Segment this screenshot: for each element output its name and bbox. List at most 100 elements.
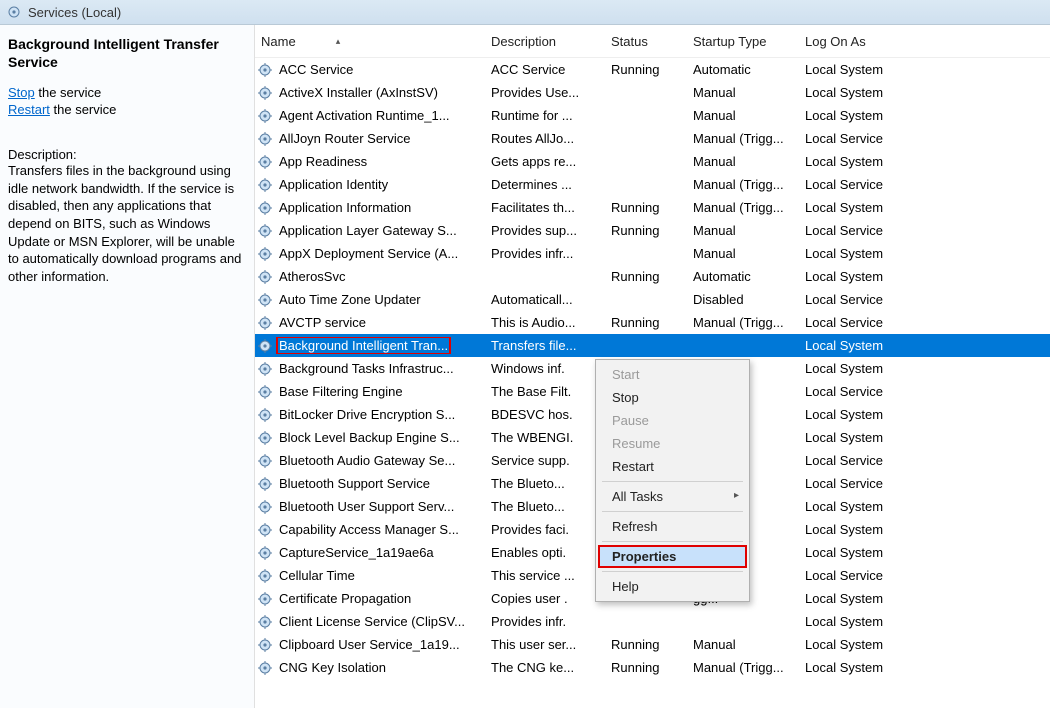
service-logon-cell: Local System (799, 545, 919, 560)
service-desc-cell: The Blueto... (485, 476, 605, 491)
service-name-cell[interactable]: ActiveX Installer (AxInstSV) (255, 84, 485, 101)
service-row[interactable]: ACC ServiceACC ServiceRunningAutomaticLo… (255, 58, 1050, 81)
service-row[interactable]: App ReadinessGets apps re...ManualLocal … (255, 150, 1050, 173)
service-startup-cell: Manual (687, 108, 799, 123)
column-status[interactable]: Status (605, 34, 687, 49)
service-name-cell[interactable]: Client License Service (ClipSV... (255, 613, 485, 630)
service-row[interactable]: AVCTP serviceThis is Audio...RunningManu… (255, 311, 1050, 334)
description-label: Description: (8, 147, 242, 162)
service-name-text: ActiveX Installer (AxInstSV) (277, 84, 440, 101)
service-icon (257, 200, 273, 216)
service-startup-cell: Manual (687, 154, 799, 169)
service-name-cell[interactable]: AppX Deployment Service (A... (255, 245, 485, 262)
service-desc-cell: Copies user . (485, 591, 605, 606)
description-body: Transfers files in the background using … (8, 162, 242, 285)
ctx-stop[interactable]: Stop (598, 386, 747, 409)
service-name-cell[interactable]: AllJoyn Router Service (255, 130, 485, 147)
service-status-cell: Running (605, 223, 687, 238)
service-logon-cell: Local System (799, 338, 919, 353)
service-row[interactable]: Client License Service (ClipSV...Provide… (255, 610, 1050, 633)
service-name-cell[interactable]: Application Information (255, 199, 485, 216)
detail-pane: Background Intelligent Transfer Service … (0, 25, 255, 708)
service-icon (257, 568, 273, 584)
ctx-all-tasks[interactable]: All Tasks▸ (598, 485, 747, 508)
service-name-cell[interactable]: Background Intelligent Tran... (255, 337, 485, 354)
service-desc-cell: Routes AllJo... (485, 131, 605, 146)
service-desc-cell: Runtime for ... (485, 108, 605, 123)
ctx-pause: Pause (598, 409, 747, 432)
service-row[interactable]: Auto Time Zone UpdaterAutomaticall...Dis… (255, 288, 1050, 311)
service-name-text: Application Layer Gateway S... (277, 222, 459, 239)
service-name-text: Certificate Propagation (277, 590, 413, 607)
service-name-cell[interactable]: App Readiness (255, 153, 485, 170)
restart-link[interactable]: Restart (8, 102, 50, 117)
column-name[interactable]: Name▴ (255, 34, 485, 49)
service-name-cell[interactable]: Application Identity (255, 176, 485, 193)
service-row[interactable]: Application InformationFacilitates th...… (255, 196, 1050, 219)
service-name-cell[interactable]: Cellular Time (255, 567, 485, 584)
service-name-cell[interactable]: Certificate Propagation (255, 590, 485, 607)
service-row[interactable]: CNG Key IsolationThe CNG ke...RunningMan… (255, 656, 1050, 679)
service-icon (257, 476, 273, 492)
service-icon (257, 407, 273, 423)
service-desc-cell: Provides infr... (485, 246, 605, 261)
column-headers: Name▴ Description Status Startup Type Lo… (255, 25, 1050, 58)
service-name-cell[interactable]: AVCTP service (255, 314, 485, 331)
service-row[interactable]: ActiveX Installer (AxInstSV)Provides Use… (255, 81, 1050, 104)
service-name-text: Background Tasks Infrastruc... (277, 360, 456, 377)
sort-asc-icon: ▴ (336, 36, 341, 47)
service-icon (257, 591, 273, 607)
ctx-properties[interactable]: Properties (598, 545, 747, 568)
service-logon-cell: Local System (799, 522, 919, 537)
service-name-cell[interactable]: ACC Service (255, 61, 485, 78)
service-name-cell[interactable]: Clipboard User Service_1a19... (255, 636, 485, 653)
service-list: Name▴ Description Status Startup Type Lo… (255, 25, 1050, 708)
service-logon-cell: Local System (799, 361, 919, 376)
service-row[interactable]: AtherosSvcRunningAutomaticLocal System (255, 265, 1050, 288)
column-logon[interactable]: Log On As (799, 34, 919, 49)
service-name-cell[interactable]: Block Level Backup Engine S... (255, 429, 485, 446)
ctx-refresh[interactable]: Refresh (598, 515, 747, 538)
ctx-separator (602, 511, 743, 512)
service-name-cell[interactable]: Bluetooth Support Service (255, 475, 485, 492)
service-name-cell[interactable]: Bluetooth User Support Serv... (255, 498, 485, 515)
service-row[interactable]: AllJoyn Router ServiceRoutes AllJo...Man… (255, 127, 1050, 150)
service-name-cell[interactable]: CNG Key Isolation (255, 659, 485, 676)
service-name-cell[interactable]: CaptureService_1a19ae6a (255, 544, 485, 561)
service-name-cell[interactable]: Agent Activation Runtime_1... (255, 107, 485, 124)
service-logon-cell: Local System (799, 108, 919, 123)
stop-suffix: the service (35, 85, 101, 100)
service-row[interactable]: Agent Activation Runtime_1...Runtime for… (255, 104, 1050, 127)
ctx-restart[interactable]: Restart (598, 455, 747, 478)
restart-suffix: the service (50, 102, 116, 117)
service-row[interactable]: Background Intelligent Tran...Transfers … (255, 334, 1050, 357)
service-name-cell[interactable]: BitLocker Drive Encryption S... (255, 406, 485, 423)
service-status-cell: Running (605, 269, 687, 284)
service-name-cell[interactable]: Application Layer Gateway S... (255, 222, 485, 239)
service-row[interactable]: Clipboard User Service_1a19...This user … (255, 633, 1050, 656)
service-name-text: AppX Deployment Service (A... (277, 245, 460, 262)
service-name-cell[interactable]: AtherosSvc (255, 268, 485, 285)
ctx-help[interactable]: Help (598, 575, 747, 598)
column-description[interactable]: Description (485, 34, 605, 49)
column-startup[interactable]: Startup Type (687, 34, 799, 49)
service-name-cell[interactable]: Background Tasks Infrastruc... (255, 360, 485, 377)
service-icon (257, 361, 273, 377)
service-row[interactable]: Application IdentityDetermines ...Manual… (255, 173, 1050, 196)
service-icon (257, 315, 273, 331)
service-logon-cell: Local Service (799, 476, 919, 491)
service-logon-cell: Local System (799, 269, 919, 284)
service-desc-cell: This service ... (485, 568, 605, 583)
service-status-cell: Running (605, 315, 687, 330)
service-name-cell[interactable]: Auto Time Zone Updater (255, 291, 485, 308)
service-logon-cell: Local Service (799, 223, 919, 238)
service-row[interactable]: AppX Deployment Service (A... Provides in… (255, 242, 1050, 265)
submenu-arrow-icon: ▸ (734, 490, 739, 501)
service-row[interactable]: Application Layer Gateway S...Provides s… (255, 219, 1050, 242)
stop-link[interactable]: Stop (8, 85, 35, 100)
service-name-cell[interactable]: Base Filtering Engine (255, 383, 485, 400)
service-logon-cell: Local System (799, 430, 919, 445)
service-startup-cell: Automatic (687, 62, 799, 77)
service-name-cell[interactable]: Bluetooth Audio Gateway Se... (255, 452, 485, 469)
service-name-cell[interactable]: Capability Access Manager S... (255, 521, 485, 538)
